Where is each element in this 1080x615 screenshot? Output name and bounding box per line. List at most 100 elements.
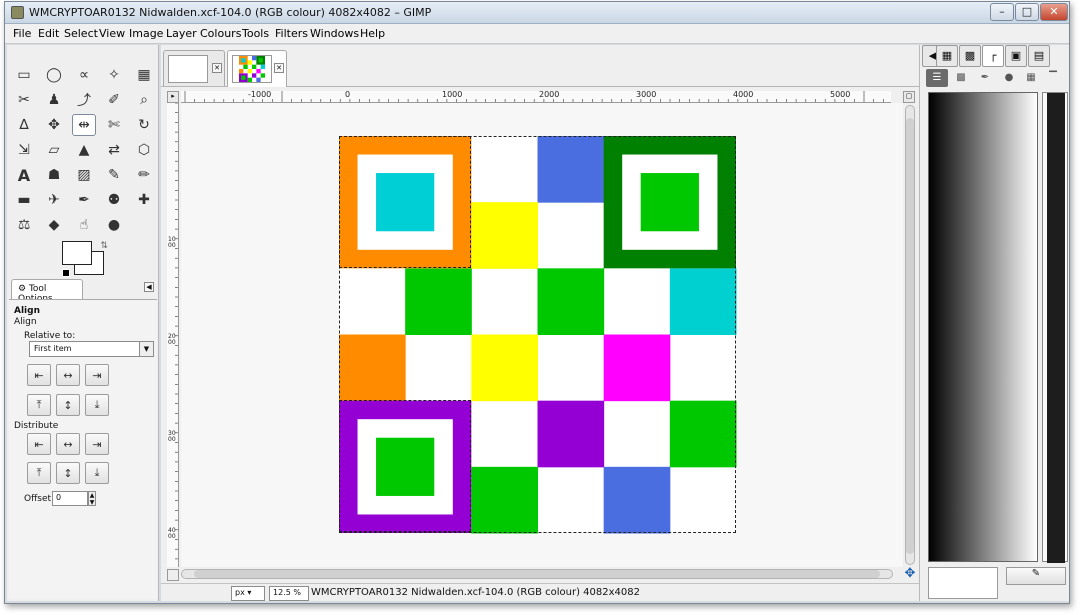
distribute-left-button[interactable]: ⇤ [27, 433, 51, 455]
distribute-top-button[interactable]: ⤒ [27, 462, 51, 484]
heal-icon[interactable]: ✚ [132, 189, 156, 211]
text-icon[interactable]: A [12, 164, 36, 186]
blur-icon[interactable]: ◆ [42, 214, 66, 236]
menu-layer[interactable]: Layer [166, 27, 197, 40]
shear-icon[interactable]: ▱ [42, 139, 66, 161]
measure-icon[interactable]: ∆ [12, 114, 36, 136]
distribute-bottom-button[interactable]: ⤓ [85, 462, 109, 484]
move-icon[interactable]: ✥ [42, 114, 66, 136]
menu-filters[interactable]: Filters [275, 27, 308, 40]
vertical-scrollbar[interactable] [905, 105, 915, 565]
ruler-origin-icon[interactable]: ▸ [167, 91, 179, 103]
layers-icon[interactable]: ☰ [926, 69, 948, 87]
patterns-icon[interactable]: ▦ [936, 45, 958, 67]
foreground-colour[interactable] [62, 241, 92, 265]
paths-dock-icon[interactable]: ✒ [974, 69, 996, 87]
canvas-area[interactable] [181, 103, 903, 567]
dodge-burn-icon[interactable]: ● [102, 214, 126, 236]
menu-view[interactable]: View [99, 27, 125, 40]
vertical-scroll-thumb[interactable] [906, 118, 914, 554]
relative-to-select[interactable]: First item ▼ [29, 341, 154, 357]
offset-spinner[interactable]: ▲ ▼ [88, 491, 96, 506]
zoom-icon[interactable]: ⌕ [132, 89, 156, 111]
close-button[interactable]: ✕ [1040, 3, 1068, 21]
pencil-icon[interactable]: ✎ [102, 164, 126, 186]
distribute-center-button[interactable]: ↔ [56, 433, 80, 455]
swap-colours-icon[interactable]: ⇅ [100, 241, 108, 251]
dock-edit-button[interactable]: ✎ [1006, 567, 1066, 585]
rect-select-icon[interactable]: ▭ [12, 64, 36, 86]
flip-icon[interactable]: ⇄ [102, 139, 126, 161]
menu-help[interactable]: Help [360, 27, 385, 40]
airbrush-icon[interactable]: ✈ [42, 189, 66, 211]
close-icon[interactable]: ✕ [274, 63, 284, 73]
align-center-button[interactable]: ↔ [56, 364, 80, 386]
channels-icon[interactable]: ▩ [950, 69, 972, 87]
horizontal-ruler[interactable]: -1000 0 1000 2000 3000 4000 5000 [181, 91, 891, 103]
brushes-icon[interactable]: ▩ [959, 45, 981, 67]
align-right-button[interactable]: ⇥ [85, 364, 109, 386]
align-bottom-button[interactable]: ⤓ [85, 394, 109, 416]
palettes-icon[interactable]: ▤ [1028, 45, 1050, 67]
dock-pointer-icon[interactable]: ┌ [982, 45, 1004, 67]
image-tab-checker[interactable]: ✕ [227, 50, 287, 87]
cage-icon[interactable]: ⬡ [132, 139, 156, 161]
align-middle-button[interactable]: ↕ [56, 394, 80, 416]
gradients-icon[interactable]: ▣ [1005, 45, 1027, 67]
tab-tool-options[interactable]: ⚙ Tool Options [11, 279, 83, 304]
gradient-preview[interactable] [928, 92, 1038, 562]
unit-select[interactable]: px ▾ [231, 586, 265, 601]
select-by-colour-icon[interactable]: ▦ [132, 64, 156, 86]
perspective-clone-icon[interactable]: ⚖ [12, 214, 36, 236]
fuzzy-select-icon[interactable]: ✧ [102, 64, 126, 86]
close-icon[interactable]: ✕ [212, 63, 222, 73]
menu-tools[interactable]: Tools [242, 27, 269, 40]
horizontal-scrollbar[interactable] [181, 569, 893, 579]
minimize-button[interactable]: – [990, 3, 1014, 21]
ink-icon[interactable]: ✒ [72, 189, 96, 211]
maximize-button[interactable]: □ [1015, 3, 1039, 21]
default-colours-icon[interactable] [62, 269, 70, 277]
distribute-middle-button[interactable]: ↕ [56, 462, 80, 484]
dock-preview-field[interactable] [928, 567, 998, 599]
align-left-button[interactable]: ⇤ [27, 364, 51, 386]
menu-select[interactable]: Select [64, 27, 98, 40]
smudge-icon[interactable]: ☝ [72, 214, 96, 236]
align-top-button[interactable]: ⤒ [27, 394, 51, 416]
fg-bg-colours[interactable]: ⇅ [62, 241, 108, 277]
zoom-to-fit-icon[interactable]: ▢ [903, 91, 915, 103]
crop-icon[interactable]: ✄ [102, 114, 126, 136]
paintbrush-icon[interactable]: ✏ [132, 164, 156, 186]
tab-menu-arrow-icon[interactable]: ◀ [144, 282, 154, 292]
free-select-icon[interactable]: ∝ [72, 64, 96, 86]
zoom-select[interactable]: 12.5 % [269, 586, 309, 601]
image-tab-empty[interactable]: ✕ [163, 50, 225, 86]
rotate-icon[interactable]: ↻ [132, 114, 156, 136]
vertical-ruler[interactable]: 1000 2000 3000 4000 [167, 103, 179, 567]
histogram-icon[interactable]: ▔ [1042, 69, 1064, 87]
undo-icon[interactable]: ● [998, 69, 1020, 87]
eraser-icon[interactable]: ▬ [12, 189, 36, 211]
distribute-right-button[interactable]: ⇥ [85, 433, 109, 455]
perspective-icon[interactable]: ▲ [72, 139, 96, 161]
image-canvas[interactable] [181, 103, 903, 567]
colourmap-icon[interactable]: ▦ [1020, 69, 1042, 87]
blend-icon[interactable]: ▨ [72, 164, 96, 186]
clone-icon[interactable]: ⚉ [102, 189, 126, 211]
align-icon[interactable]: ⇹ [72, 114, 96, 136]
menu-image[interactable]: Image [129, 27, 163, 40]
paths-icon[interactable]: ⤴ [72, 89, 96, 111]
menu-windows[interactable]: Windows [310, 27, 359, 40]
quick-mask-toggle[interactable] [167, 569, 179, 581]
navigate-icon[interactable]: ✥ [903, 567, 917, 581]
ellipse-select-icon[interactable]: ◯ [42, 64, 66, 86]
scale-icon[interactable]: ⇲ [12, 139, 36, 161]
menu-colours[interactable]: Colours [200, 27, 241, 40]
chevron-down-icon[interactable]: ▼ [139, 342, 153, 356]
menu-edit[interactable]: Edit [38, 27, 59, 40]
bucket-fill-icon[interactable]: ☗ [42, 164, 66, 186]
colour-picker-icon[interactable]: ✐ [102, 89, 126, 111]
offset-field[interactable]: 0 [52, 491, 88, 506]
dock-scrollbar[interactable] [1042, 92, 1068, 563]
menu-file[interactable]: File [13, 27, 31, 40]
